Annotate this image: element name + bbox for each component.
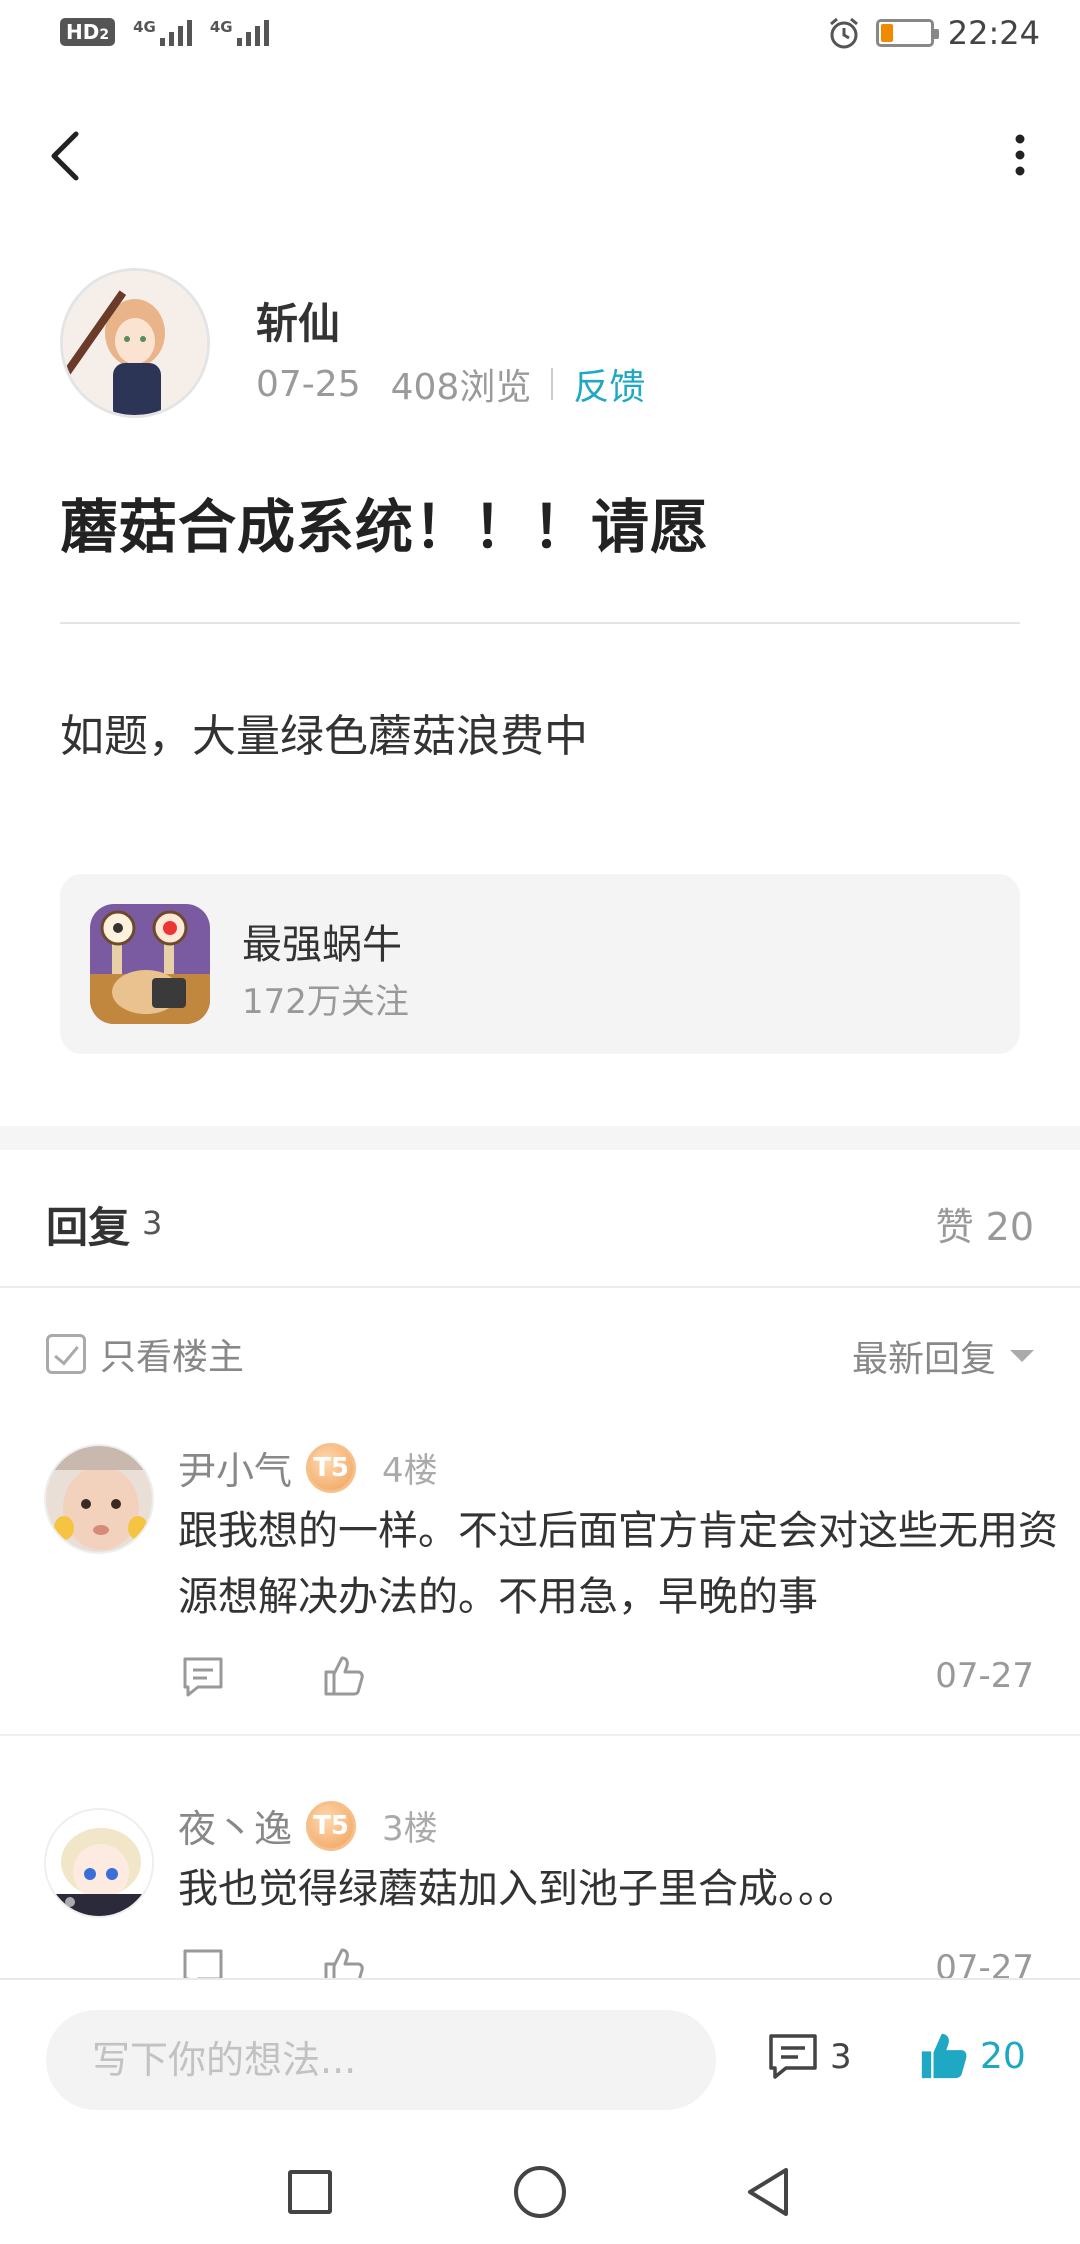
author-name[interactable]: 斩仙 [256, 290, 340, 351]
comment-avatar[interactable] [44, 1444, 154, 1554]
alarm-icon [829, 17, 858, 49]
chevron-left-icon [51, 131, 79, 181]
divider [60, 622, 1020, 624]
comment-header: 尹小气 T5 4楼 [178, 1440, 438, 1495]
post-views: 408浏览 [390, 367, 532, 408]
avatar-image [63, 271, 207, 415]
post-title: 蘑菇合成系统！！！请愿 [60, 493, 710, 561]
game-followers: 172万关注 [242, 982, 409, 1022]
comment-count: 3 [830, 2037, 852, 2077]
like-button[interactable] [320, 1652, 368, 1704]
bottom-action-bar: 3 20 [0, 1978, 1080, 2140]
level-badge-icon: T5 [306, 1442, 357, 1493]
status-right: 22:24 [826, 14, 1040, 52]
replies-count: 3 [142, 1204, 163, 1242]
more-vertical-icon [1015, 134, 1025, 176]
more-button[interactable] [990, 125, 1050, 185]
like-post-button[interactable]: 20 [916, 2028, 1026, 2084]
floor-number: 3楼 [382, 1809, 438, 1849]
triangle-back-icon [748, 2168, 788, 2216]
meta-separator [551, 368, 554, 400]
post-body: 如题，大量绿色蘑菇浪费中 [60, 711, 588, 762]
commenter-name[interactable]: 尹小气 [178, 1440, 292, 1495]
clock: 22:24 [947, 14, 1040, 52]
author-avatar[interactable] [60, 268, 210, 418]
comment-header: 夜丶逸 T5 3楼 [178, 1798, 438, 1853]
thumbs-up-icon [324, 1656, 364, 1696]
comment-text: 我也觉得绿蘑菇加入到池子里合成。。。 [178, 1866, 858, 1912]
feedback-link[interactable]: 反馈 [573, 358, 645, 410]
comment-icon [183, 1657, 223, 1697]
only-owner-toggle[interactable]: 只看楼主 [46, 1328, 244, 1380]
system-nav-bar [0, 2140, 1080, 2244]
like-count: 20 [980, 2035, 1026, 2077]
divider [0, 1286, 1080, 1288]
thumbs-up-icon [921, 2033, 967, 2079]
author-meta: 07-25 408浏览 反馈 [256, 358, 645, 410]
comment-date: 07-27 [935, 1656, 1034, 1696]
status-bar: HD2 4G 4G 22:24 [0, 0, 1080, 72]
caret-down-icon [1010, 1350, 1034, 1362]
back-button[interactable] [40, 120, 100, 190]
floor-number: 4楼 [382, 1451, 438, 1491]
only-owner-label: 只看楼主 [100, 1337, 245, 1378]
game-card[interactable]: 最强蜗牛 172万关注 [60, 874, 1020, 1054]
reply-button[interactable] [180, 1654, 226, 1704]
recents-button[interactable] [288, 2170, 332, 2214]
comment-icon [769, 2034, 817, 2079]
level-badge-icon: T5 [306, 1800, 357, 1851]
game-icon [90, 904, 210, 1024]
hd-icon: HD2 [60, 18, 116, 46]
sort-dropdown[interactable]: 最新回复 [852, 1330, 1034, 1382]
home-button[interactable] [514, 2166, 566, 2218]
comment-avatar[interactable] [44, 1808, 154, 1918]
commenter-name[interactable]: 夜丶逸 [178, 1798, 292, 1853]
nav-back-button[interactable] [740, 2164, 796, 2224]
checkbox-icon[interactable] [46, 1334, 86, 1374]
divider [0, 1734, 1080, 1736]
comment-text: 跟我想的一样。不过后面官方肯定会对这些无用资源想解决办法的。不用急，早晚的事 [178, 1508, 1058, 1620]
signal-icon: 4G [210, 18, 269, 46]
post-date: 07-25 [256, 363, 361, 405]
comments-button[interactable]: 3 [766, 2030, 852, 2084]
replies-title: 回复 [46, 1203, 131, 1252]
section-divider [0, 1126, 1080, 1150]
battery-icon [875, 19, 939, 47]
sort-label: 最新回复 [851, 1339, 996, 1380]
signal-icon: 4G [133, 18, 192, 46]
status-left: HD2 4G 4G [60, 18, 269, 46]
game-name: 最强蜗牛 [242, 922, 402, 968]
likes-total: 赞 20 [935, 1205, 1034, 1249]
comment-input[interactable] [46, 2010, 716, 2110]
